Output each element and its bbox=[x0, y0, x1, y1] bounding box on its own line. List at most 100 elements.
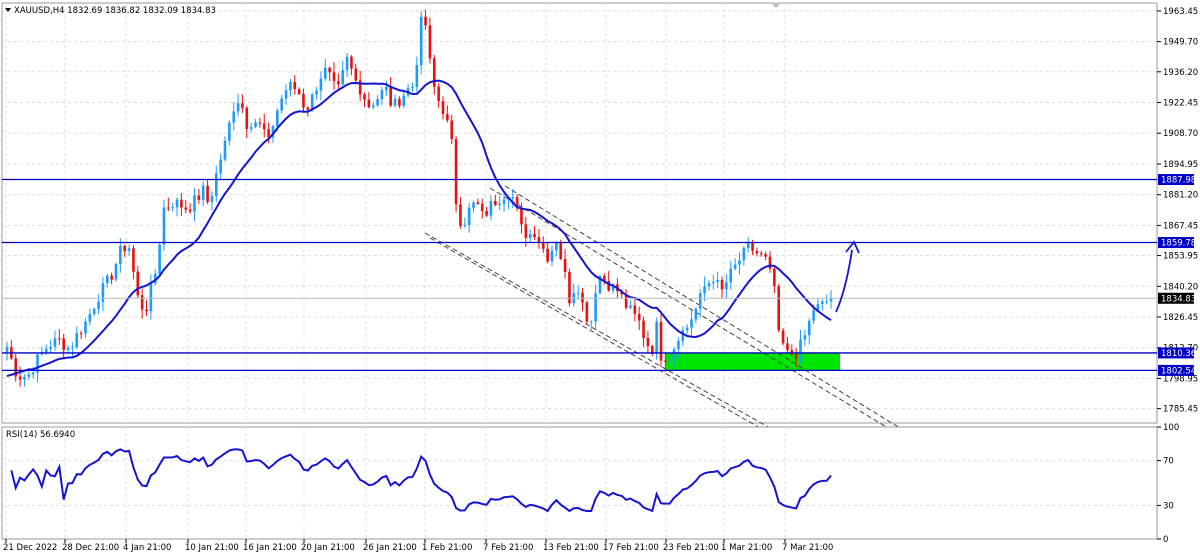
candle-body bbox=[511, 197, 515, 199]
candle-body bbox=[71, 347, 74, 349]
candle-body bbox=[485, 210, 488, 216]
time-tick-label: 1 Feb 21:00 bbox=[422, 543, 472, 553]
candle-body bbox=[184, 207, 188, 210]
candle-body bbox=[380, 90, 384, 100]
candle-body bbox=[786, 343, 789, 351]
chart-canvas[interactable]: 1963.45 1949.70 1936.20 1922.45 1908.70 1894.… bbox=[0, 0, 1200, 554]
candle-body bbox=[219, 159, 222, 174]
candle-body bbox=[350, 56, 353, 69]
candle-body bbox=[685, 327, 689, 331]
candle-body bbox=[825, 301, 828, 303]
candle-body bbox=[524, 224, 528, 238]
candle-body bbox=[712, 282, 715, 284]
time-axis: 21 Dec 2022 28 Dec 21:00 4 Jan 21:00 10 Jan… bbox=[3, 539, 833, 553]
candle-body bbox=[494, 201, 497, 206]
candle-body bbox=[367, 99, 371, 108]
candle-body bbox=[441, 101, 445, 115]
candle-body bbox=[437, 86, 440, 102]
price-tick-label: 1908.70 bbox=[1163, 129, 1198, 139]
candle-body bbox=[140, 295, 144, 310]
candle-body bbox=[162, 207, 166, 245]
candle-body bbox=[110, 275, 113, 280]
candle-body bbox=[398, 98, 401, 106]
candle-body bbox=[175, 199, 179, 208]
candle-body bbox=[5, 347, 9, 352]
candle-body bbox=[672, 349, 676, 362]
rsi-pane[interactable] bbox=[1, 426, 1158, 540]
price-pane[interactable] bbox=[1, 2, 1158, 424]
level-price-box: 1802.54 bbox=[1158, 364, 1196, 376]
candle-body bbox=[75, 333, 79, 348]
candle-body bbox=[489, 201, 493, 216]
candle-body bbox=[677, 341, 680, 350]
price-tick-label: 1922.45 bbox=[1163, 99, 1198, 109]
candle-body bbox=[681, 330, 685, 342]
candle-body bbox=[821, 301, 824, 305]
price-tick-label: 1949.70 bbox=[1163, 38, 1198, 48]
candle-body bbox=[703, 286, 706, 294]
indicator-header: RSI(14) 56.6940 bbox=[6, 430, 75, 440]
candle-body bbox=[450, 120, 454, 140]
candle-body bbox=[690, 319, 693, 328]
candle-body bbox=[145, 309, 148, 312]
candle-body bbox=[84, 321, 87, 334]
candle-body bbox=[249, 126, 253, 130]
candle-body bbox=[698, 293, 702, 309]
candle-body bbox=[280, 98, 283, 111]
candle-body bbox=[432, 58, 436, 87]
candle-body bbox=[454, 139, 458, 205]
chart-window[interactable]: 1963.45 1949.70 1936.20 1922.45 1908.70 1894.… bbox=[0, 0, 1200, 554]
candle-body bbox=[476, 202, 480, 204]
candle-body bbox=[424, 16, 427, 26]
candle-body bbox=[537, 237, 541, 243]
candle-body bbox=[528, 234, 532, 238]
rsi-axis: 100 70 30 0 bbox=[1157, 423, 1179, 545]
candle-body bbox=[245, 107, 249, 130]
candle-body bbox=[751, 242, 754, 251]
candle-body bbox=[659, 321, 663, 361]
candle-body bbox=[323, 67, 327, 79]
candle-body bbox=[633, 305, 637, 314]
level-price-box: 1810.36 bbox=[1158, 347, 1196, 359]
candle-body bbox=[502, 199, 506, 204]
candle-body bbox=[742, 247, 746, 261]
candle-body bbox=[799, 339, 802, 359]
candle-body bbox=[267, 129, 270, 138]
current-price-box: 1834.83 bbox=[1158, 292, 1196, 304]
candle-body bbox=[284, 90, 288, 99]
candle-body bbox=[668, 361, 672, 363]
time-tick-label: 16 Jan 21:00 bbox=[243, 543, 297, 553]
candle-body bbox=[149, 283, 153, 312]
candle-body bbox=[729, 268, 733, 283]
candle-body bbox=[389, 86, 392, 106]
candle-body bbox=[228, 122, 231, 141]
candle-body bbox=[589, 321, 593, 323]
time-tick-label: 4 Jan 21:00 bbox=[123, 543, 171, 553]
candle-body bbox=[794, 354, 798, 359]
current-price-label: 1834.83 bbox=[1161, 294, 1196, 304]
candle-body bbox=[585, 302, 589, 322]
candle-body bbox=[241, 103, 244, 108]
level-price-label: 1810.36 bbox=[1161, 349, 1196, 359]
candle-body bbox=[66, 348, 70, 350]
candle-body bbox=[354, 68, 358, 81]
level-price-box: 1887.98 bbox=[1158, 174, 1196, 186]
candle-body bbox=[707, 283, 711, 287]
candle-body bbox=[807, 320, 811, 336]
candle-body bbox=[206, 185, 209, 202]
time-tick-label: 1 Mar 21:00 bbox=[721, 543, 772, 553]
candle-body bbox=[411, 87, 414, 89]
time-tick-label: 26 Jan 21:00 bbox=[363, 543, 417, 553]
candle-body bbox=[289, 82, 292, 91]
candle-body bbox=[132, 248, 135, 272]
candle-body bbox=[328, 67, 331, 73]
candle-body bbox=[332, 72, 336, 82]
price-tick-label: 1840.20 bbox=[1163, 282, 1198, 292]
candle-body bbox=[655, 321, 658, 355]
price-tick-label: 1936.20 bbox=[1163, 68, 1198, 78]
candle-body bbox=[123, 245, 127, 251]
time-tick-label: 21 Dec 2022 bbox=[3, 543, 57, 553]
candle-body bbox=[58, 338, 61, 340]
candle-body bbox=[31, 372, 35, 375]
time-tick-label: 28 Dec 21:00 bbox=[62, 543, 119, 553]
